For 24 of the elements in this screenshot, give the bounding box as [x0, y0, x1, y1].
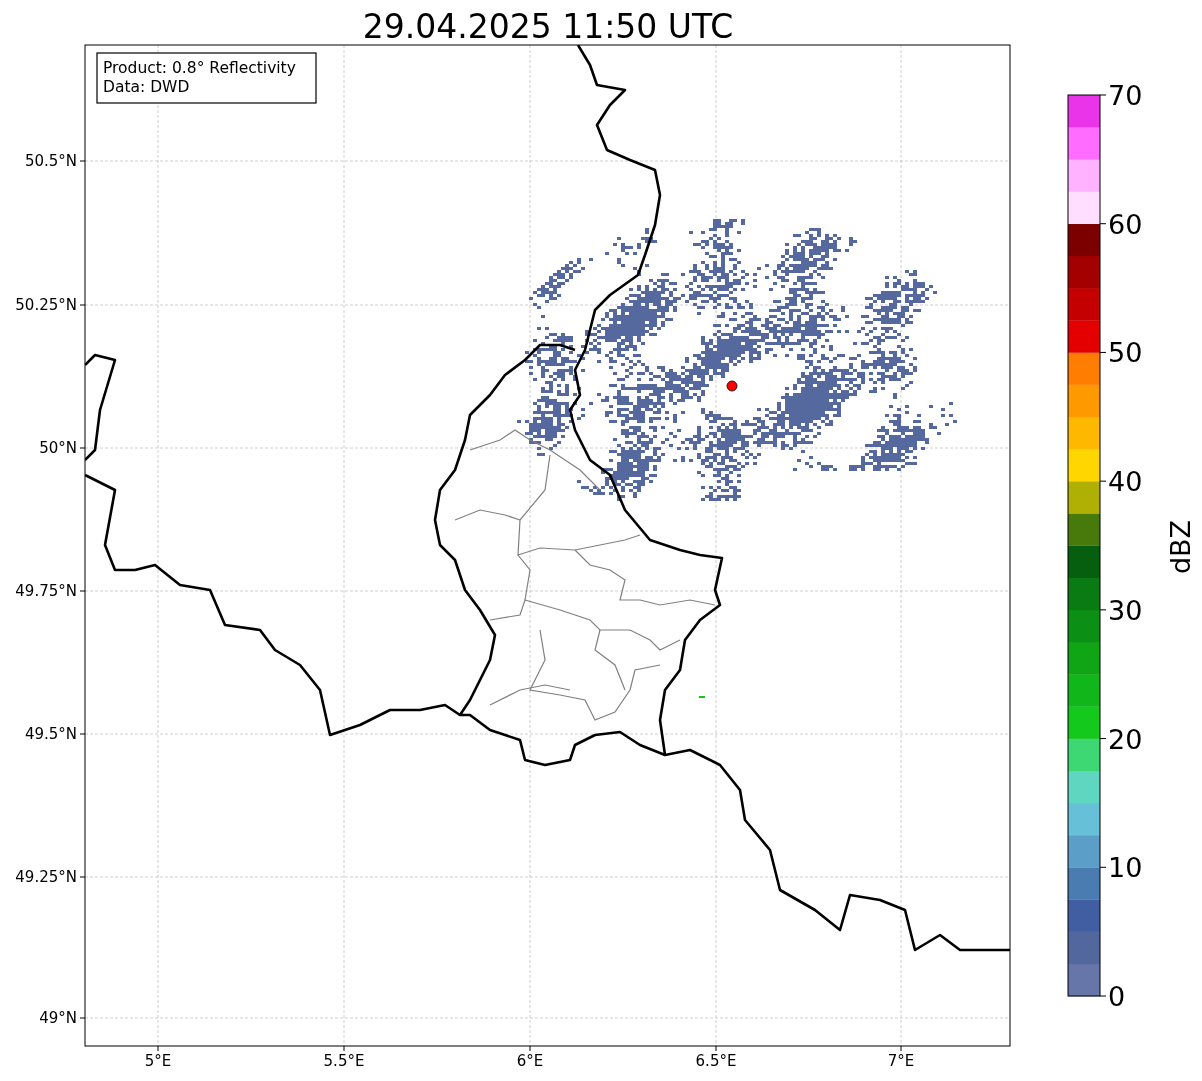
latitude-label: 49.25°N	[15, 868, 77, 886]
latitude-label: 50.5°N	[24, 152, 77, 170]
longitude-label: 5.5°E	[323, 1052, 365, 1070]
colorbar-tick-label: 40	[1108, 466, 1143, 498]
colorbar-tick-label: 30	[1108, 594, 1143, 626]
longitude-label: 6°E	[516, 1052, 544, 1070]
colorbar-tick-label: 60	[1108, 208, 1143, 240]
latitude-label: 49°N	[39, 1009, 77, 1027]
latitude-label: 50.25°N	[15, 296, 77, 314]
chart-title: 29.04.2025 11:50 UTC	[362, 7, 734, 46]
colorbar-tick-label: 70	[1108, 80, 1143, 111]
colorbar-label: dBZ	[1165, 519, 1196, 575]
colorbar-tick-label: 0	[1108, 981, 1126, 1012]
latitude-label: 50°N	[39, 439, 77, 457]
colorbar-tick-label: 20	[1108, 723, 1143, 755]
latitude-label: 49.5°N	[24, 725, 77, 743]
longitude-label: 5°E	[144, 1052, 172, 1070]
colorbar-tick-label: 10	[1108, 852, 1143, 884]
longitude-label: 6.5°E	[695, 1052, 737, 1070]
info-text: Product: 0.8° Reflectivity	[103, 59, 296, 77]
info-text: Data: DWD	[103, 78, 190, 96]
longitude-label: 7°E	[887, 1052, 915, 1070]
latitude-label: 49.75°N	[15, 582, 77, 600]
colorbar-tick-label: 50	[1108, 337, 1143, 369]
